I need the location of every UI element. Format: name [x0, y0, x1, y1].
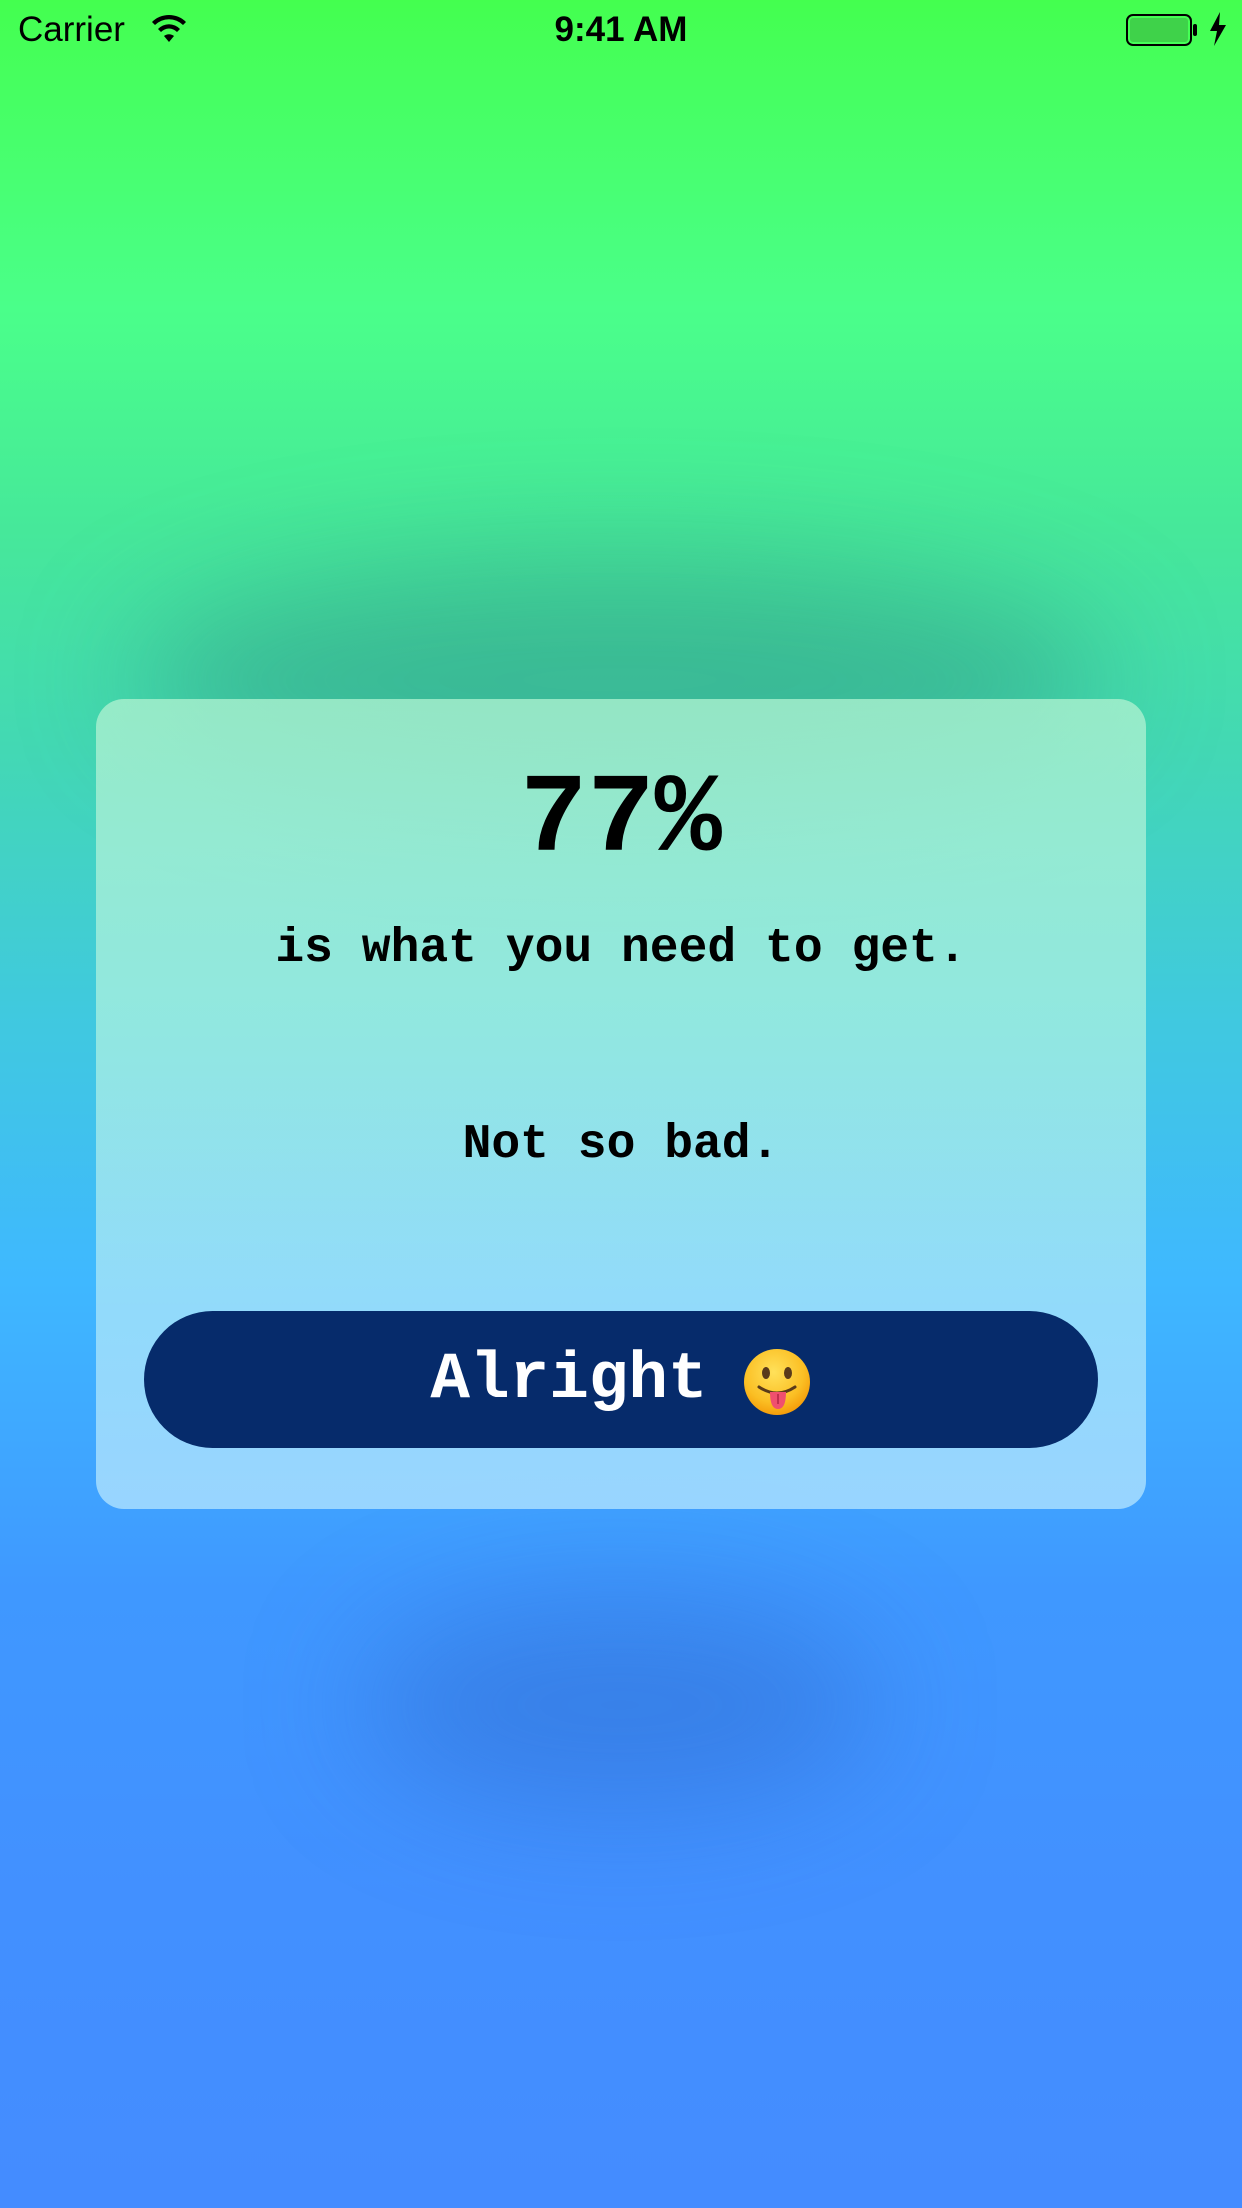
- result-description: is what you need to get.: [275, 922, 967, 976]
- status-time: 9:41 AM: [554, 10, 688, 49]
- status-bar: Carrier 9:41 AM: [0, 0, 1242, 60]
- result-comment: Not so bad.: [462, 1118, 780, 1172]
- bolt-icon: [1208, 12, 1228, 46]
- tongue-out-face-icon: [742, 1347, 812, 1417]
- alright-button[interactable]: Alright: [144, 1311, 1098, 1448]
- required-percentage: 77%: [520, 757, 722, 884]
- background-blur-shape: [360, 1600, 880, 1810]
- result-card: 77% is what you need to get. Not so bad.…: [96, 699, 1146, 1509]
- battery-icon: [1126, 14, 1198, 46]
- alright-button-label: Alright: [430, 1341, 708, 1417]
